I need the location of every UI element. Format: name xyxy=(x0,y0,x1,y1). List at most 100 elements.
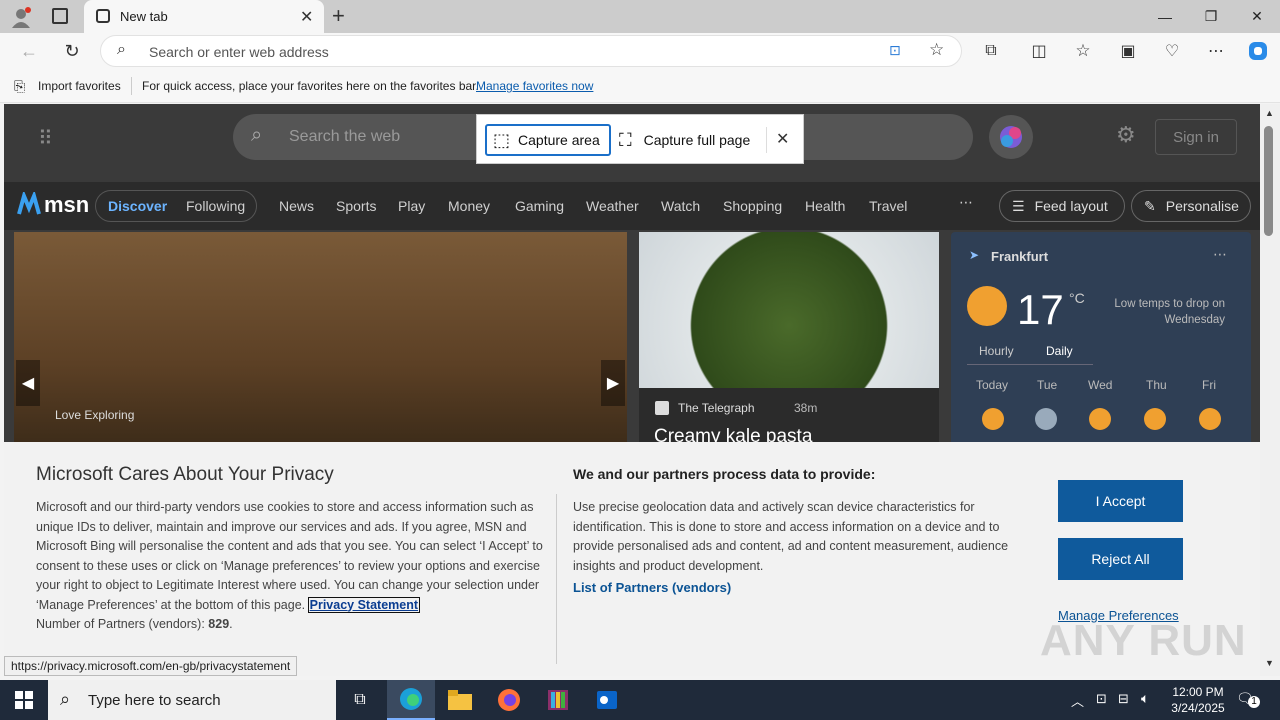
favorites-hint: For quick access, place your favorites h… xyxy=(142,79,479,93)
article-time: 38m xyxy=(794,401,818,415)
scroll-up-icon[interactable]: ▲ xyxy=(1265,108,1274,118)
weather-city[interactable]: Frankfurt xyxy=(991,249,1048,264)
capture-full-page-button[interactable]: ⛶ Capture full page xyxy=(619,124,750,156)
notifications-icon[interactable]: 🗨︎ 1 xyxy=(1236,690,1260,710)
privacy-title: Microsoft Cares About Your Privacy xyxy=(36,464,334,485)
more-icon[interactable]: ⋯ xyxy=(1213,246,1227,263)
sun-icon xyxy=(1199,408,1221,430)
show-hidden-icons[interactable]: ︿ xyxy=(1071,691,1084,710)
collections-icon[interactable]: ▣ xyxy=(1113,36,1143,66)
split-screen-icon[interactable]: ◫ xyxy=(1024,36,1054,66)
taskbar-search[interactable]: ⌕ Type here to search xyxy=(48,680,336,720)
tab-daily[interactable]: Daily xyxy=(1046,344,1073,358)
partners-list-link[interactable]: List of Partners (vendors) xyxy=(573,580,731,595)
more-icon[interactable]: ⋯ xyxy=(1201,36,1231,66)
import-favorites-button[interactable]: Import favorites xyxy=(38,79,121,93)
hero-card[interactable]: ◀ ▶ Love Exploring xyxy=(14,232,627,452)
clock[interactable]: 12:00 PM 3/24/2025 xyxy=(1166,684,1230,716)
copilot-icon[interactable] xyxy=(989,115,1033,159)
import-favorites-icon: ⎘ xyxy=(14,78,26,94)
winrar-icon[interactable] xyxy=(534,680,582,720)
article-image[interactable] xyxy=(639,232,939,388)
tab-actions-icon[interactable] xyxy=(52,8,68,24)
close-tab-icon[interactable]: ✕ xyxy=(300,7,313,27)
search-icon: ⌕ xyxy=(117,41,126,58)
minimize-button[interactable]: — xyxy=(1142,0,1188,33)
personalise-label: Personalise xyxy=(1165,198,1239,214)
accept-button[interactable]: I Accept xyxy=(1058,480,1183,522)
back-icon[interactable]: ← xyxy=(14,36,44,66)
close-capture-icon[interactable]: ✕ xyxy=(776,129,789,149)
extensions-icon[interactable]: ⧉ xyxy=(976,36,1006,66)
tab-following[interactable]: Following xyxy=(186,198,245,214)
tab-sports[interactable]: Sports xyxy=(336,198,376,214)
address-bar[interactable]: ⌕ Search or enter web address ⊡ ☆ xyxy=(100,35,962,67)
copilot-icon[interactable] xyxy=(1243,36,1273,66)
volume-icon[interactable]: 🔈︎ xyxy=(1141,690,1149,707)
reject-all-button[interactable]: Reject All xyxy=(1058,538,1183,580)
sun-icon xyxy=(982,408,1004,430)
feed-layout-label: Feed layout xyxy=(1034,198,1108,214)
tab-shopping[interactable]: Shopping xyxy=(723,198,782,214)
refresh-icon[interactable]: ↻ xyxy=(57,36,87,66)
manage-favorites-link[interactable]: Manage favorites now xyxy=(476,79,593,93)
add-favorite-icon[interactable]: ☆ xyxy=(929,40,944,60)
tab-watch[interactable]: Watch xyxy=(661,198,700,214)
prev-arrow-icon[interactable]: ◀ xyxy=(16,360,40,406)
weather-temp: 17 xyxy=(1017,286,1064,333)
scrollbar-thumb[interactable] xyxy=(1264,126,1273,236)
clock-date: 3/24/2025 xyxy=(1171,701,1225,715)
cloud-icon xyxy=(1035,408,1057,430)
divider xyxy=(766,127,767,153)
tab-weather[interactable]: Weather xyxy=(586,198,639,214)
new-tab-icon[interactable]: + xyxy=(332,3,345,29)
visual-search-icon[interactable]: ⊡ xyxy=(889,42,901,59)
start-button[interactable] xyxy=(0,680,48,720)
task-view-icon[interactable]: ⧉ xyxy=(336,680,384,720)
firefox-icon[interactable] xyxy=(485,680,533,720)
tab-discover[interactable]: Discover xyxy=(108,198,167,214)
file-explorer-icon[interactable] xyxy=(436,680,484,720)
watermark: ANY RUN xyxy=(1040,616,1247,665)
tab-gaming[interactable]: Gaming xyxy=(515,198,564,214)
network-icon[interactable]: ⊡ xyxy=(1096,691,1107,707)
tab-health[interactable]: Health xyxy=(805,198,845,214)
restore-button[interactable]: ❐ xyxy=(1188,0,1234,33)
settings-icon[interactable]: ⚙ xyxy=(1116,122,1136,148)
close-window-button[interactable]: ✕ xyxy=(1234,0,1280,33)
address-input[interactable]: Search or enter web address xyxy=(149,44,329,60)
tab-money[interactable]: Money xyxy=(448,198,490,214)
tab-new-tab[interactable]: New tab ✕ xyxy=(84,0,324,33)
next-arrow-icon[interactable]: ▶ xyxy=(601,360,625,406)
msn-logo-text: msn xyxy=(44,192,90,217)
scroll-down-icon[interactable]: ▼ xyxy=(1265,658,1274,668)
wifi-icon[interactable]: ⊟ xyxy=(1118,691,1129,707)
taskbar-search-input[interactable]: Type here to search xyxy=(88,692,221,709)
tab-news[interactable]: News xyxy=(279,198,314,214)
tab-travel[interactable]: Travel xyxy=(869,198,907,214)
browser-essentials-icon[interactable]: ♡ xyxy=(1157,36,1187,66)
web-search-input[interactable]: Search the web xyxy=(289,128,400,146)
tab-hourly[interactable]: Hourly xyxy=(979,344,1014,358)
msn-logo[interactable]: msn xyxy=(16,192,89,218)
outlook-icon[interactable] xyxy=(583,680,631,720)
more-nav-icon[interactable]: ⋯ xyxy=(959,194,973,211)
msn-nav: msn Discover Following News Sports Play … xyxy=(4,182,1260,230)
personalise-button[interactable]: ✎ Personalise xyxy=(1131,190,1251,222)
sign-in-button[interactable]: Sign in xyxy=(1155,119,1237,155)
capture-area-button[interactable]: ⬚ Capture area xyxy=(485,124,611,156)
taskbar: ⌕ Type here to search ⧉ ︿ ⊡ ⊟ 🔈︎ 12:00 P… xyxy=(0,680,1280,720)
apps-grid-icon[interactable]: ⠿ xyxy=(38,126,53,151)
feed-layout-button[interactable]: ☰ Feed layout xyxy=(999,190,1125,222)
tab-title: New tab xyxy=(120,9,168,24)
title-bar: New tab ✕ + — ❐ ✕ xyxy=(0,0,1280,33)
partners-count: 829 xyxy=(208,617,230,631)
hero-source: Love Exploring xyxy=(55,408,135,422)
tab-play[interactable]: Play xyxy=(398,198,425,214)
data-processing-body: Use precise geolocation data and activel… xyxy=(573,500,1009,573)
day-today: Today xyxy=(976,378,1009,392)
favorites-icon[interactable]: ☆ xyxy=(1068,36,1098,66)
profile-icon[interactable] xyxy=(10,6,32,28)
edge-app-icon[interactable] xyxy=(387,680,435,720)
privacy-statement-link[interactable]: Privacy Statement xyxy=(307,596,421,613)
